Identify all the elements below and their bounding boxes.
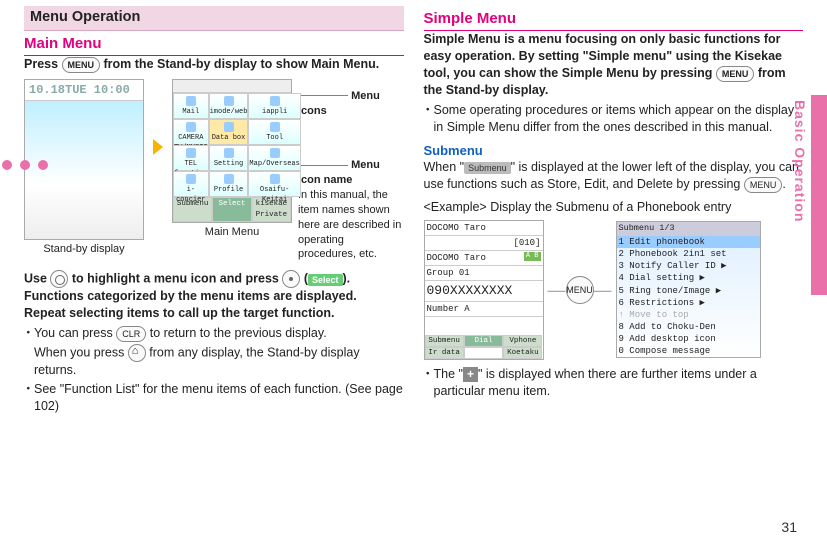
mainmenu-statusbar: [173, 80, 291, 94]
side-tab-bar: [811, 95, 827, 295]
use-post: ).: [343, 272, 351, 286]
b1-l2-pre: When you press: [34, 345, 128, 359]
sub-pre: When ": [424, 160, 465, 174]
submenu-header: Submenu 1/3: [617, 222, 760, 235]
submenu-item: 4 Dial setting ▶: [617, 272, 760, 284]
callout-menu-icon-name-desc: In this manual, the item names shown her…: [298, 188, 404, 262]
pb-soft-left: Submenu: [425, 335, 464, 347]
menu-key-icon: MENU: [62, 57, 101, 73]
pb-soft-mid: Dial: [464, 335, 503, 347]
plus-pre: The ": [434, 367, 463, 381]
bullet-clr: You can press CLR to return to the previ…: [24, 325, 404, 379]
clr-key-icon: CLR: [116, 326, 146, 342]
section-heading-band: Menu Operation: [24, 6, 404, 31]
press-post: from the Stand-by display to show Main M…: [104, 57, 380, 71]
standby-clock: 10.18TUE 10:00: [25, 80, 143, 101]
pb-soft-blank: [464, 347, 503, 359]
example-row: DOCOMO Taro [010] DOCOMO Taro A B Group …: [424, 220, 804, 361]
menu-cell: Profile: [209, 171, 249, 197]
menu-cell: Setting: [209, 145, 249, 171]
menu-cell: CAMERA TV/MUSIC: [173, 119, 209, 145]
mainmenu-block: Mail imode/web iappli CAMERA TV/MUSIC Da…: [172, 79, 292, 240]
menu-cell: Osaifu-Keitai: [248, 171, 300, 197]
plus-icon: +: [463, 367, 478, 382]
press-pre: Press: [24, 57, 62, 71]
pb-tag: A B: [524, 252, 541, 261]
mainmenu-screen: Mail imode/web iappli CAMERA TV/MUSIC Da…: [172, 79, 292, 223]
menu-cell: Mail: [173, 93, 209, 119]
submenu-item: 6 Restrictions ▶: [617, 297, 760, 309]
main-menu-heading: Main Menu: [24, 34, 404, 56]
menu-key-icon: MENU: [716, 66, 755, 82]
callouts: Menu icons Menu icon name In this manual…: [298, 89, 404, 263]
submenu-item: 8 Add to Choku-Den: [617, 321, 760, 333]
dpad-key-icon: [50, 270, 68, 288]
menu-key-large-icon: MENU: [566, 276, 594, 304]
page-number: 31: [781, 518, 797, 537]
press-instruction: Press MENU from the Stand-by display to …: [24, 56, 404, 73]
pb-number-label: Number A: [425, 302, 543, 317]
arrow-line-icon: —: [548, 278, 566, 302]
menu-cell: TEL function: [173, 145, 209, 171]
sub-post: .: [782, 177, 785, 191]
center-key-icon: [282, 270, 300, 288]
submenu-item: ↑ Move to top: [617, 309, 760, 321]
use-mid1: to highlight a menu icon and press: [72, 272, 282, 286]
softkey-center: Select: [212, 197, 251, 221]
menu-key-icon: MENU: [744, 177, 783, 193]
submenu-desc: When "Submenu" is displayed at the lower…: [424, 159, 804, 193]
menu-cell: imode/web: [209, 93, 249, 119]
simple-menu-intro: Simple Menu is a menu focusing on only b…: [424, 31, 804, 99]
example-label: <Example> Display the Submenu of a Phone…: [424, 199, 804, 216]
menu-cell: Data box: [209, 119, 249, 145]
b1-pre: You can press: [34, 326, 116, 340]
use-line2: Functions categorized by the menu items …: [24, 288, 404, 305]
use-line3: Repeat selecting items to call up the ta…: [24, 305, 404, 322]
menu-cell: i-concier: [173, 171, 209, 197]
use-instruction: Use to highlight a menu icon and press (…: [24, 270, 404, 288]
pb-group: Group 01: [425, 266, 543, 281]
menu-cell: Map/Overseas: [248, 145, 300, 171]
menu-cell: Tool: [248, 119, 300, 145]
submenu-item: 5 Ring tone/Image ▶: [617, 285, 760, 297]
arrow-icon: [153, 139, 163, 155]
pb-title: DOCOMO Taro: [425, 221, 543, 236]
use-pre: Use: [24, 272, 50, 286]
submenu-item: 0 Compose message: [617, 345, 760, 357]
pb-index: [010]: [425, 236, 543, 251]
simple-menu-heading: Simple Menu: [424, 9, 804, 31]
submenu-item: 9 Add desktop icon: [617, 333, 760, 345]
screens-row: 10.18TUE 10:00 Stand-by display Mail imo…: [24, 79, 404, 263]
pb-name: DOCOMO Taro A B: [425, 251, 543, 266]
submenu-item: 3 Notify Caller ID ▶: [617, 260, 760, 272]
pb-soft-right2: Koetaku: [503, 347, 542, 359]
phonebook-source-screen: DOCOMO Taro [010] DOCOMO Taro A B Group …: [424, 220, 544, 361]
bullet-simple-menu-note: Some operating procedures or items which…: [424, 102, 804, 136]
submenu-popup: Submenu 1/3 1 Edit phonebook2 Phonebook …: [616, 221, 761, 358]
side-tab-label: Basic Operation: [790, 100, 809, 222]
bullet-function-list: See "Function List" for the menu items o…: [24, 381, 404, 415]
pb-number: 090XXXXXXXX: [425, 281, 543, 302]
pb-soft-left2: Ir data: [425, 347, 464, 359]
callout-menu-icon-name: Menu icon name: [298, 159, 380, 186]
select-softlabel: Select: [308, 274, 343, 286]
decorative-dots: [2, 160, 48, 170]
bullet-plus-icon: The "+" is displayed when there are furt…: [424, 366, 804, 400]
pb-soft-right: Vphone: [503, 335, 542, 347]
home-key-icon: [128, 344, 146, 362]
submenu-item: 2 Phonebook 2in1 set: [617, 248, 760, 260]
menu-press-indicator: — MENU —: [548, 276, 612, 304]
plus-post: " is displayed when there are further it…: [434, 367, 757, 398]
mainmenu-caption: Main Menu: [172, 225, 292, 240]
standby-caption: Stand-by display: [24, 242, 144, 257]
submenu-softlabel: Submenu: [464, 162, 511, 174]
b1-post: to return to the previous display.: [150, 326, 327, 340]
mainmenu-grid: Mail imode/web iappli CAMERA TV/MUSIC Da…: [173, 93, 291, 197]
arrow-line-icon: —: [594, 278, 612, 302]
menu-cell: iappli: [248, 93, 300, 119]
submenu-item: 1 Edit phonebook: [617, 236, 760, 248]
callout-menu-icons: Menu icons: [298, 90, 380, 117]
submenu-subheading: Submenu: [424, 142, 804, 160]
